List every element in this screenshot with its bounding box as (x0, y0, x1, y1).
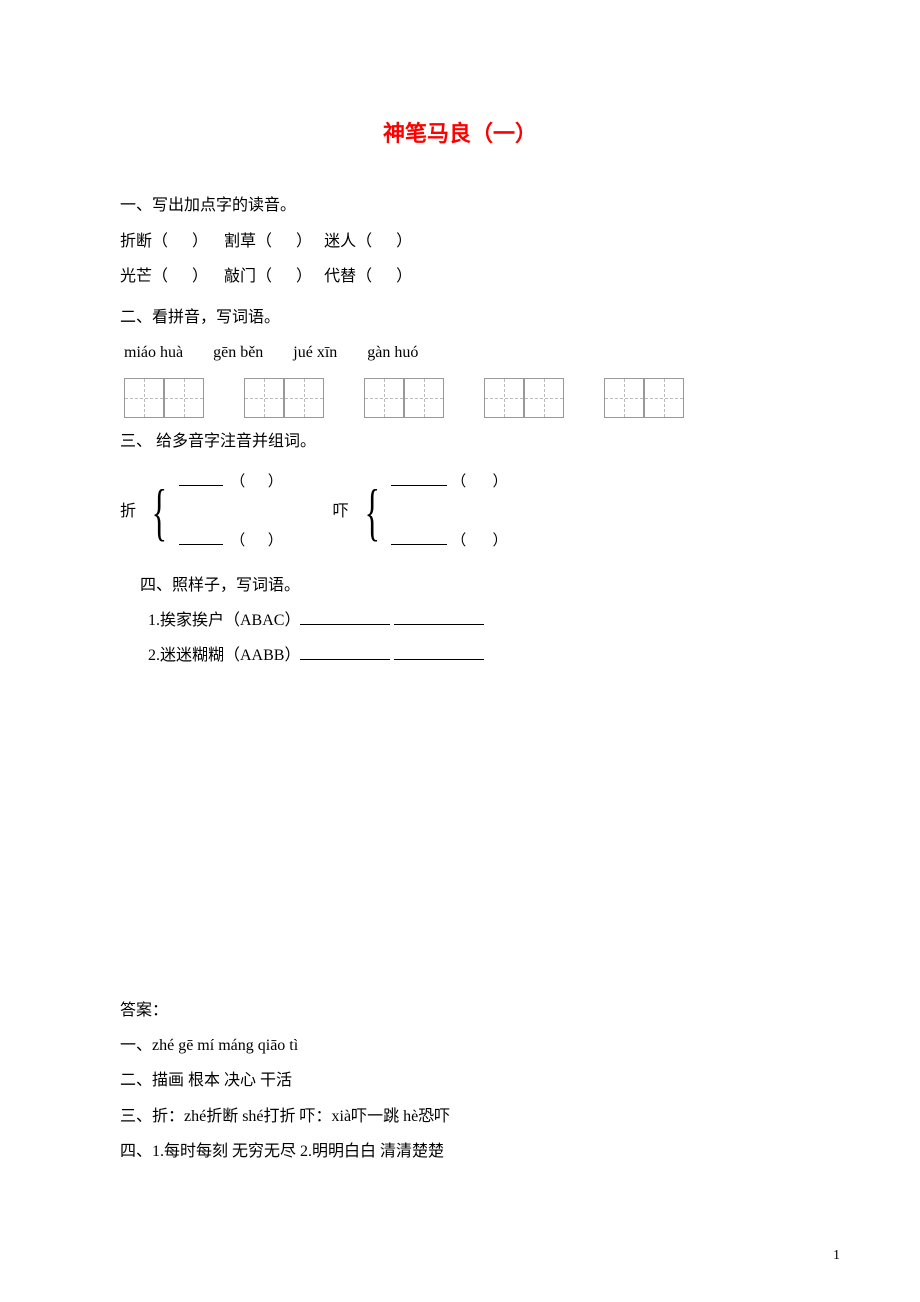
writing-boxes-row (120, 378, 800, 418)
char-box (484, 378, 524, 418)
box-pair-4 (484, 378, 564, 418)
section-4-heading: 四、照样子，写词语。 (120, 568, 800, 603)
box-pair-5 (604, 378, 684, 418)
box-pair-1 (124, 378, 204, 418)
polyphone-zhe: 折 { （ ） （ ） (120, 466, 283, 558)
poly-char-2: 吓 (333, 494, 349, 529)
q-miren: 迷人（ (324, 233, 372, 250)
pattern-abac: 1.挨家挨户（ABAC） (148, 612, 300, 629)
answer-2: 二、描画 根本 决心 干活 (120, 1063, 800, 1098)
section-1-row-1: 折断（ ） 割草（ ） 迷人（ ） (120, 224, 800, 259)
answer-4: 四、1.每时每刻 无穷无尽 2.明明白白 清清楚楚 (120, 1134, 800, 1169)
q-gecao: 割草（ (224, 233, 272, 250)
char-box (244, 378, 284, 418)
section-4-item-2: 2.迷迷糊糊（AABB） (120, 638, 800, 673)
brace-icon: { (364, 480, 379, 544)
box-pair-3 (364, 378, 444, 418)
document-title: 神笔马良（一） (120, 110, 800, 158)
char-box (124, 378, 164, 418)
section-4-item-1: 1.挨家挨户（ABAC） (120, 603, 800, 638)
section-2-heading: 二、看拼音，写词语。 (120, 300, 800, 335)
char-box (604, 378, 644, 418)
q-zheduan: 折断（ (120, 233, 168, 250)
answer-3: 三、折：zhé折断 shé打折 吓：xià吓一跳 hè恐吓 (120, 1099, 800, 1134)
q-qiaomen: 敲门（ (224, 268, 272, 285)
pinyin-2: gēn běn (213, 335, 263, 370)
page-number: 1 (833, 1241, 840, 1272)
answer-1: 一、zhé gē mí máng qiāo tì (120, 1028, 800, 1063)
polyphone-xia: 吓 { （ ） （ ） (333, 466, 508, 558)
paren: ） (296, 268, 312, 285)
section-1: 一、写出加点字的读音。 折断（ ） 割草（ ） 迷人（ ） 光芒（ ） 敲门（ … (120, 188, 800, 294)
paren: ） (192, 233, 208, 250)
char-box (644, 378, 684, 418)
char-box (364, 378, 404, 418)
box-pair-2 (244, 378, 324, 418)
section-3-heading: 三、 给多音字注音并组词。 (120, 424, 800, 459)
section-2: 二、看拼音，写词语。 miáo huà gēn běn jué xīn gàn … (120, 300, 800, 418)
answers-section: 答案： 一、zhé gē mí máng qiāo tì 二、描画 根本 决心 … (120, 993, 800, 1169)
poly-line: （ ） (179, 525, 283, 558)
section-4: 四、照样子，写词语。 1.挨家挨户（ABAC） 2.迷迷糊糊（AABB） (120, 568, 800, 674)
poly-line: （ ） (391, 525, 507, 558)
answers-heading: 答案： (120, 993, 800, 1028)
char-box (524, 378, 564, 418)
brace-icon: { (152, 480, 167, 544)
pinyin-1: miáo huà (124, 335, 183, 370)
poly-char-1: 折 (120, 494, 136, 529)
pinyin-4: gàn huó (367, 335, 418, 370)
pinyin-row: miáo huà gēn běn jué xīn gàn huó (120, 335, 800, 370)
pattern-aabb: 2.迷迷糊糊（AABB） (148, 647, 300, 664)
section-1-row-2: 光芒（ ） 敲门（ ） 代替（ ） (120, 259, 800, 294)
poly-line: （ ） (391, 466, 507, 499)
paren: ） (296, 233, 312, 250)
char-box (164, 378, 204, 418)
paren: ） (192, 268, 208, 285)
paren: ） (396, 233, 412, 250)
pinyin-3: jué xīn (293, 335, 337, 370)
section-3: 三、 给多音字注音并组词。 折 { （ ） （ ） 吓 { （ ） （ ） (120, 424, 800, 557)
char-box (404, 378, 444, 418)
q-daiti: 代替（ (324, 268, 372, 285)
polyphone-wrap: 折 { （ ） （ ） 吓 { （ ） （ ） (120, 466, 800, 558)
paren: ） (396, 268, 412, 285)
section-1-heading: 一、写出加点字的读音。 (120, 188, 800, 223)
char-box (284, 378, 324, 418)
poly-line: （ ） (179, 466, 283, 499)
q-guangmang: 光芒（ (120, 268, 168, 285)
